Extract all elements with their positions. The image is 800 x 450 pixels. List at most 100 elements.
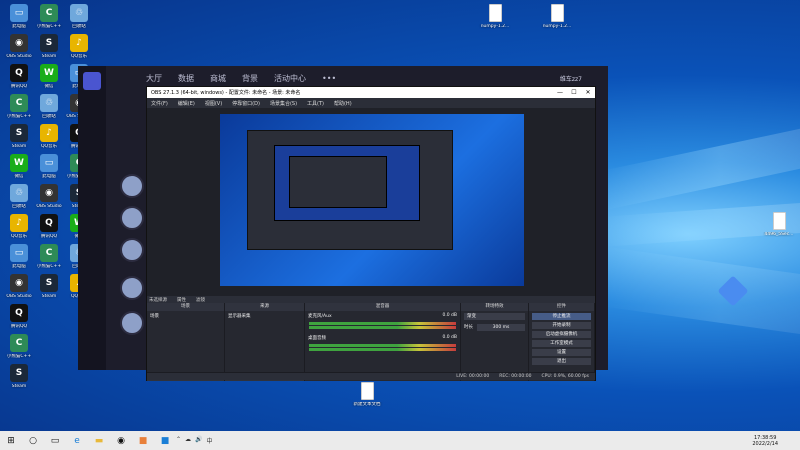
app-icon: ♲ bbox=[10, 184, 28, 202]
app-icon: C bbox=[10, 94, 28, 112]
file-icon[interactable]: 新建文本文档 bbox=[350, 382, 384, 418]
obs-taskbar-icon[interactable]: ◉ bbox=[113, 433, 129, 449]
obs-menubar: 文件(F) 编辑(E) 视图(V) 停靠窗口(D) 场景集合(S) 工具(T) … bbox=[147, 98, 595, 108]
app-icon: W bbox=[40, 64, 58, 82]
track-name: 麦克风/Aux bbox=[308, 314, 332, 319]
controls-dock: 控件 停止推流 开始录制 启动虚拟摄像机 工作室模式 设置 退出 bbox=[529, 303, 595, 381]
transitions-dock: 转场特效 渐变 时长 300 ms bbox=[461, 303, 529, 381]
start-icon[interactable]: ⊞ bbox=[3, 433, 19, 449]
sources-header: 来源 bbox=[225, 303, 304, 311]
obs-statusbar: LIVE: 00:00:00 REC: 00:00:00 CPU: 0.9%, … bbox=[147, 372, 595, 380]
scenes-dock: 场景 场景 +−∧∨ bbox=[147, 303, 225, 381]
duration-input[interactable]: 300 ms bbox=[477, 324, 525, 331]
start-recording-button[interactable]: 开始录制 bbox=[532, 322, 591, 329]
platform-tab[interactable]: 数据 bbox=[178, 73, 194, 84]
desktop-shortcut[interactable]: SSteam bbox=[32, 274, 66, 310]
stop-streaming-button[interactable]: 停止推流 bbox=[532, 313, 591, 320]
maximize-icon[interactable]: ☐ bbox=[567, 89, 581, 96]
desktop-shortcut[interactable]: S Steam bbox=[2, 364, 36, 400]
search-icon[interactable]: ○ bbox=[25, 433, 41, 449]
app-icon: ◉ bbox=[10, 34, 28, 52]
platform-tab[interactable]: 商城 bbox=[210, 73, 226, 84]
document-icon bbox=[772, 212, 786, 230]
edge-icon[interactable]: e bbox=[69, 433, 85, 449]
menu-view[interactable]: 视图(V) bbox=[205, 100, 222, 107]
menu-docks[interactable]: 停靠窗口(D) bbox=[232, 100, 260, 107]
track-name: 桌面音频 bbox=[308, 336, 326, 341]
platform-tab[interactable]: 背景 bbox=[242, 73, 258, 84]
source-toolbar: 未选择源 属性 滤镜 bbox=[147, 296, 595, 303]
nested-obs-capture bbox=[247, 130, 453, 250]
scene-item[interactable]: 场景 bbox=[147, 311, 224, 321]
mixer-dock: 混音器 麦克风/Aux 0.0 dB 桌面音频 0.0 dB bbox=[305, 303, 461, 381]
menu-edit[interactable]: 编辑(E) bbox=[178, 100, 195, 107]
transition-select[interactable]: 渐变 bbox=[464, 313, 525, 320]
properties-button[interactable]: 属性 bbox=[177, 297, 186, 303]
duration-label: 时长 bbox=[464, 325, 473, 330]
taskbar-clock[interactable]: 17:38:59 2022/2/14 bbox=[752, 435, 800, 447]
virtual-camera-button[interactable]: 启动虚拟摄像机 bbox=[532, 331, 591, 338]
menu-scene-collection[interactable]: 场景集合(S) bbox=[270, 100, 297, 107]
settings-button[interactable]: 设置 bbox=[532, 349, 591, 356]
avatar[interactable] bbox=[120, 206, 144, 230]
file-label: 新建文本文档 bbox=[353, 402, 381, 407]
file-icon[interactable]: numpy-1.2... bbox=[540, 4, 574, 40]
source-item[interactable]: 显示器采集 bbox=[225, 311, 304, 321]
menu-file[interactable]: 文件(F) bbox=[151, 100, 168, 107]
platform-tab[interactable]: 活动中心 bbox=[274, 73, 306, 84]
app-taskbar-icon[interactable]: ■ bbox=[135, 433, 151, 449]
minimize-icon[interactable]: — bbox=[553, 89, 567, 96]
platform-tab[interactable]: 大厅 bbox=[146, 73, 162, 84]
file-icon[interactable]: 4496_5Sec... bbox=[762, 212, 796, 248]
app-icon: C bbox=[10, 334, 28, 352]
volume-meter bbox=[309, 348, 456, 351]
file-label: numpy-1.2... bbox=[542, 24, 572, 29]
file-explorer-icon[interactable]: ▬ bbox=[91, 433, 107, 449]
app-icon: Q bbox=[10, 64, 28, 82]
obs-titlebar: OBS 27.1.3 (64-bit, windows) - 配置文件: 未命名… bbox=[147, 87, 595, 98]
close-icon[interactable]: ✕ bbox=[581, 89, 595, 96]
app-icon: S bbox=[40, 274, 58, 292]
track-db: 0.0 dB bbox=[442, 313, 457, 318]
app-icon: ♲ bbox=[70, 4, 88, 22]
app-icon: Q bbox=[40, 214, 58, 232]
obs-window[interactable]: OBS 27.1.3 (64-bit, windows) - 配置文件: 未命名… bbox=[146, 86, 596, 381]
file-icon[interactable]: numpy-1.2... bbox=[478, 4, 512, 40]
app-icon: S bbox=[10, 364, 28, 382]
app-icon: W bbox=[10, 154, 28, 172]
volume-meter bbox=[309, 344, 456, 347]
menu-help[interactable]: 帮助(H) bbox=[334, 100, 352, 107]
studio-mode-button[interactable]: 工作室模式 bbox=[532, 340, 591, 347]
app-icon: ♪ bbox=[10, 214, 28, 232]
app-icon: ♲ bbox=[40, 94, 58, 112]
avatar[interactable] bbox=[120, 174, 144, 198]
shortcut-label: Steam bbox=[11, 384, 27, 389]
task-view-icon[interactable]: ▭ bbox=[47, 433, 63, 449]
app-icon: S bbox=[10, 124, 28, 142]
avatar[interactable] bbox=[120, 238, 144, 262]
exit-button[interactable]: 退出 bbox=[532, 358, 591, 365]
platform-tab[interactable]: ••• bbox=[322, 74, 336, 83]
obs-title: OBS 27.1.3 (64-bit, windows) - 配置文件: 未命名… bbox=[151, 90, 301, 96]
obs-preview[interactable] bbox=[147, 108, 595, 296]
document-icon bbox=[550, 4, 564, 22]
avatar[interactable] bbox=[120, 311, 144, 335]
platform-sidebar bbox=[78, 66, 106, 370]
volume-meter bbox=[309, 322, 456, 325]
rec-timer: REC: 00:00:00 bbox=[499, 374, 532, 379]
app-taskbar-icon[interactable]: ■ bbox=[157, 433, 173, 449]
volume-meter bbox=[309, 326, 456, 329]
avatar[interactable] bbox=[120, 276, 144, 300]
app-icon: ◉ bbox=[40, 184, 58, 202]
system-tray[interactable]: ⌃ ☁ 🔊 中 bbox=[176, 436, 213, 445]
track-db: 0.0 dB bbox=[442, 335, 457, 340]
cpu-fps: CPU: 0.9%, 60.00 fps bbox=[541, 374, 590, 379]
transitions-header: 转场特效 bbox=[461, 303, 528, 311]
taskbar: ⊞ ○ ▭ e ▬ ◉ ■ ■ ⌃ ☁ 🔊 中 17:38:59 2022/2/14 bbox=[0, 431, 800, 450]
filters-button[interactable]: 滤镜 bbox=[196, 297, 205, 303]
duration-row: 时长 300 ms bbox=[461, 322, 528, 333]
menu-tools[interactable]: 工具(T) bbox=[307, 100, 324, 107]
mixer-track: 麦克风/Aux 0.0 dB bbox=[305, 311, 460, 321]
shortcut-label: QQ音乐 bbox=[70, 54, 88, 59]
app-icon: C bbox=[40, 4, 58, 22]
